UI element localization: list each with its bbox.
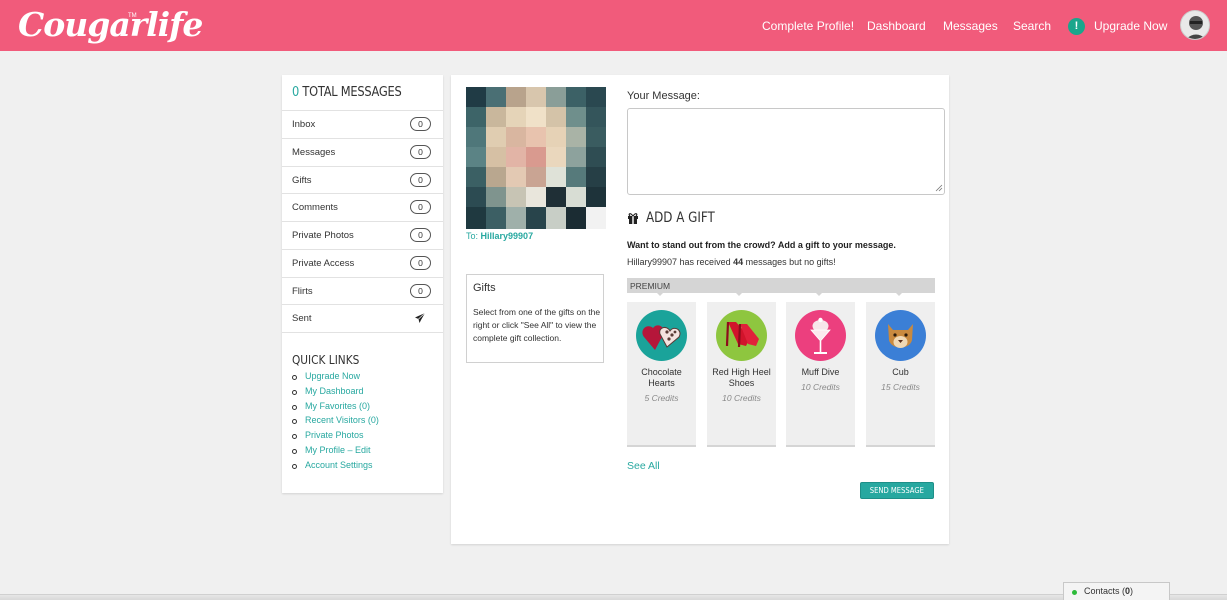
cougarlife-logo[interactable]: Cougarlife	[18, 6, 203, 44]
chocolate-hearts-icon	[636, 310, 687, 361]
card-notch	[815, 292, 823, 296]
gift-credits: 10 Credits	[722, 393, 761, 403]
card-notch	[895, 292, 903, 296]
avatar-icon	[1186, 16, 1206, 39]
nav-complete-profile[interactable]: Complete Profile!	[762, 19, 854, 33]
quick-link-recent-visitors[interactable]: Recent Visitors (0)	[292, 415, 379, 430]
sidebar-item-label: Inbox	[292, 119, 316, 130]
gift-credits: 5 Credits	[644, 393, 679, 403]
received-count: 44	[733, 257, 744, 267]
bottom-bar	[0, 594, 1227, 600]
gifts-box-text: Select from one of the gifts on the righ…	[473, 307, 601, 343]
nav-search[interactable]: Search	[1013, 19, 1051, 33]
nav-messages[interactable]: Messages	[943, 19, 998, 33]
count-badge: 0	[410, 284, 431, 298]
gift-name: Chocolate Hearts	[641, 367, 682, 388]
sidebar-item-label: Private Photos	[292, 230, 354, 241]
nav-upgrade-now[interactable]: Upgrade Now	[1094, 19, 1167, 33]
quick-links-list: Upgrade Now My Dashboard My Favorites (0…	[292, 371, 379, 475]
online-status-dot	[1072, 590, 1077, 595]
top-header: Cougarlife TM Complete Profile! Dashboar…	[0, 0, 1227, 51]
sidebar-item-label: Gifts	[292, 175, 312, 186]
contacts-text: Contacts	[1084, 586, 1120, 596]
total-messages-heading: 0 TOTAL MESSAGES	[292, 85, 402, 100]
cocktail-icon	[795, 310, 846, 361]
user-avatar[interactable]	[1180, 10, 1210, 40]
received-gifts-text: Hillary99907 has received 44 messages bu…	[627, 257, 836, 267]
gift-card-cub[interactable]: Cub 15 Credits	[866, 302, 935, 447]
sidebar-item-private-access[interactable]: Private Access 0	[282, 249, 443, 277]
quick-link-private-photos[interactable]: Private Photos	[292, 430, 379, 445]
to-prefix: To:	[466, 231, 479, 241]
gift-credits: 10 Credits	[801, 382, 840, 392]
message-label: Your Message:	[627, 90, 700, 102]
see-all-gifts-link[interactable]: See All	[627, 460, 660, 472]
gift-card-red-high-heel-shoes[interactable]: Red High Heel Shoes 10 Credits	[707, 302, 776, 447]
send-message-label: SEND MESSAGE	[869, 486, 925, 495]
count-badge: 0	[410, 200, 431, 214]
recipient-line: To: Hillary99907	[466, 231, 533, 241]
sidebar-item-private-photos[interactable]: Private Photos 0	[282, 221, 443, 249]
recipient-photo[interactable]	[466, 87, 606, 229]
messages-sidebar: 0 TOTAL MESSAGES Inbox 0 Messages 0 Gift…	[282, 75, 443, 493]
quick-link-my-profile-edit[interactable]: My Profile – Edit	[292, 445, 379, 460]
count-badge: 0	[410, 228, 431, 242]
card-notch	[656, 292, 664, 296]
recipient-username-link[interactable]: Hillary99907	[481, 231, 534, 241]
add-gift-heading: ADD A GIFT	[646, 210, 715, 226]
gifts-box-title: Gifts	[473, 282, 496, 294]
contacts-tab[interactable]: Contacts (0)	[1063, 582, 1170, 600]
count-badge: 0	[410, 145, 431, 159]
compose-panel: To: Hillary99907 Gifts Select from one o…	[451, 75, 949, 544]
gift-card-muff-dive[interactable]: Muff Dive 10 Credits	[786, 302, 855, 447]
sidebar-item-label: Private Access	[292, 258, 355, 269]
card-notch	[735, 292, 743, 296]
red-high-heel-icon	[716, 310, 767, 361]
gift-name: Red High Heel Shoes	[712, 367, 771, 388]
received-name: Hillary99907	[627, 257, 678, 267]
count-badge: 0	[410, 117, 431, 131]
sidebar-item-comments[interactable]: Comments 0	[282, 193, 443, 221]
cougar-cub-icon	[875, 310, 926, 361]
logo-trademark: TM	[128, 13, 137, 19]
gift-credits: 15 Credits	[881, 382, 920, 392]
received-tail: messages but no gifts!	[745, 257, 836, 267]
premium-category-bar: PREMIUM	[627, 278, 935, 293]
sidebar-item-sent[interactable]: Sent	[282, 304, 443, 333]
send-message-button[interactable]: SEND MESSAGE	[860, 482, 934, 499]
alert-icon[interactable]: !	[1068, 18, 1085, 35]
resize-grip-icon[interactable]	[935, 184, 943, 192]
sidebar-item-inbox[interactable]: Inbox 0	[282, 110, 443, 138]
quick-link-upgrade-now[interactable]: Upgrade Now	[292, 371, 379, 386]
contacts-count: 0	[1125, 586, 1131, 596]
standout-text: Want to stand out from the crowd? Add a …	[627, 240, 896, 250]
sidebar-item-label: Comments	[292, 202, 338, 213]
message-textarea[interactable]	[627, 108, 945, 195]
gift-name: Cub	[892, 367, 909, 377]
sidebar-item-messages[interactable]: Messages 0	[282, 138, 443, 166]
count-badge: 0	[410, 256, 431, 270]
total-messages-label: TOTAL MESSAGES	[302, 85, 402, 100]
sidebar-item-label: Messages	[292, 147, 336, 158]
nav-dashboard[interactable]: Dashboard	[867, 19, 926, 33]
contacts-label: Contacts (0)	[1084, 586, 1134, 596]
gift-card-chocolate-hearts[interactable]: Chocolate Hearts 5 Credits	[627, 302, 696, 447]
quick-links-heading: QUICK LINKS	[292, 353, 360, 367]
sidebar-item-gifts[interactable]: Gifts 0	[282, 166, 443, 194]
quick-link-my-favorites[interactable]: My Favorites (0)	[292, 401, 379, 416]
sidebar-item-label: Sent	[292, 313, 312, 324]
quick-link-account-settings[interactable]: Account Settings	[292, 460, 379, 475]
sidebar-item-label: Flirts	[292, 286, 313, 297]
gift-name: Muff Dive	[801, 367, 840, 377]
paper-plane-icon	[415, 312, 426, 323]
sidebar-item-flirts[interactable]: Flirts 0	[282, 277, 443, 305]
gifts-info-box: Gifts Select from one of the gifts on th…	[466, 274, 604, 363]
gift-icon	[628, 213, 638, 224]
total-messages-count: 0	[292, 85, 300, 100]
received-mid: has received	[679, 257, 731, 267]
premium-label: PREMIUM	[630, 281, 671, 291]
count-badge: 0	[410, 173, 431, 187]
quick-link-my-dashboard[interactable]: My Dashboard	[292, 386, 379, 401]
